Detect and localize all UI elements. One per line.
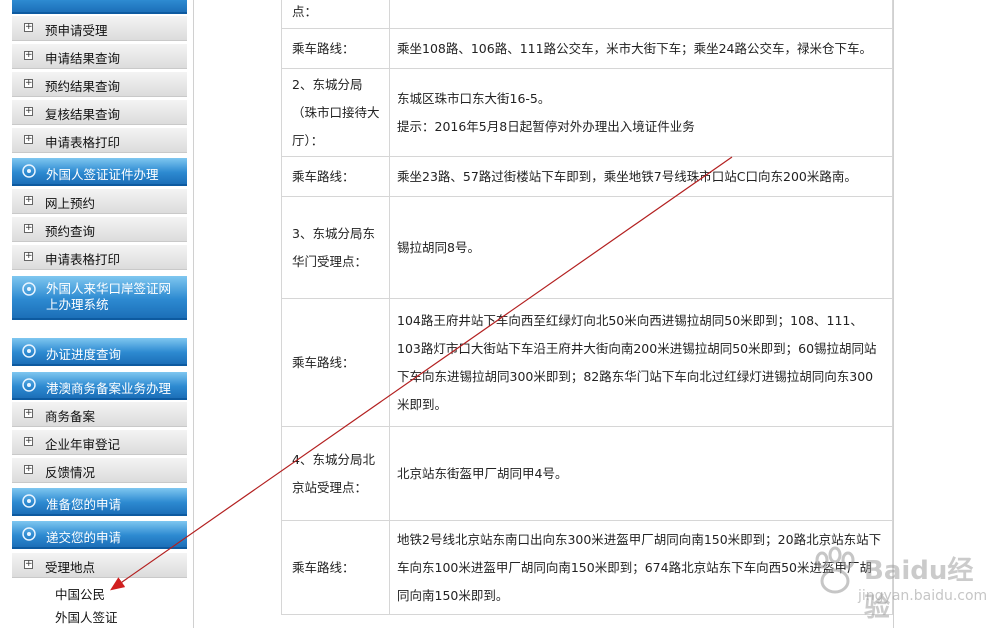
sidebar-category-label: 外国人签证证件办理: [46, 167, 159, 182]
expand-plus-icon: +: [24, 223, 33, 233]
row-key: 乘车路线：: [281, 298, 390, 427]
expand-plus-icon: +: [24, 78, 33, 88]
row-key: 2、东城分局（珠市口接待大厅）：: [281, 68, 390, 157]
table-row: 2、东城分局（珠市口接待大厅）： 东城区珠市口东大街16-5。 提示：2016年5月…: [281, 68, 893, 157]
location-table: 点： 乘车路线： 乘坐108路、106路、111路公交车，米市大街下车；乘坐24路公…: [281, 0, 893, 615]
sidebar-category[interactable]: 外国人来华口岸签证网上办理系统: [12, 276, 187, 320]
sidebar-category[interactable]: 递交您的申请: [12, 521, 187, 549]
category-icon: [22, 378, 36, 392]
row-note: 提示：2016年5月8日起暂停对外办理出入境证件业务: [397, 118, 695, 134]
table-row: 乘车路线： 乘坐108路、106路、111路公交车，米市大街下车；乘坐24路公交车…: [281, 28, 893, 69]
table-row: 点：: [281, 0, 893, 29]
sidebar-item-label: 反馈情况: [45, 465, 96, 480]
table-row: 乘车路线： 乘坐23路、57路过街楼站下车即到，乘坐地铁7号线珠市口站C口向东20…: [281, 156, 893, 197]
sidebar-item-label: 申请表格打印: [45, 135, 121, 150]
sidebar: + 预申请受理 + 申请结果查询 + 预约结果查询 + 复核结果查询 + 申请表格打印 外国人签证证…: [0, 0, 193, 628]
watermark-logo-text: Baidu经验: [864, 556, 974, 623]
category-icon: [22, 494, 36, 508]
content-right-border: [893, 0, 894, 628]
expand-plus-icon: +: [24, 408, 33, 418]
sidebar-item[interactable]: + 反馈情况: [12, 458, 187, 483]
sidebar-item-label: 企业年审登记: [45, 437, 121, 452]
sidebar-item[interactable]: + 受理地点: [12, 553, 187, 578]
sidebar-item[interactable]: + 网上预约: [12, 189, 187, 214]
sidebar-category-label: 递交您的申请: [46, 530, 122, 545]
row-value: 乘坐108路、106路、111路公交车，米市大街下车；乘坐24路公交车，禄米仓下…: [389, 28, 893, 69]
sidebar-item-label: 预申请受理: [45, 23, 108, 38]
category-icon: [22, 344, 36, 358]
row-key: 乘车路线：: [281, 156, 390, 197]
sidebar-item[interactable]: + 预约查询: [12, 217, 187, 242]
sidebar-item[interactable]: + 企业年审登记: [12, 430, 187, 455]
row-key: 4、东城分局北京站受理点：: [281, 426, 390, 521]
expand-plus-icon: +: [24, 436, 33, 446]
table-row: 3、东城分局东华门受理点： 锡拉胡同8号。: [281, 196, 893, 299]
sidebar-category-label: 外国人来华口岸签证网上办理系统: [46, 281, 172, 312]
row-key: 3、东城分局东华门受理点：: [281, 196, 390, 299]
row-value-text: 乘坐108路、106路、111路公交车，米市大街下车；乘坐24路公交车，禄米仓下…: [397, 40, 872, 56]
row-key: 乘车路线：: [281, 520, 390, 615]
sidebar-item[interactable]: + 商务备案: [12, 402, 187, 427]
table-row: 4、东城分局北京站受理点： 北京站东街盔甲厂胡同甲4号。: [281, 426, 893, 521]
category-icon: [22, 527, 36, 541]
row-value-text: 乘坐23路、57路过街楼站下车即到，乘坐地铁7号线珠市口站C口向东200米路南。: [397, 168, 857, 184]
category-icon: [22, 282, 36, 296]
sidebar-category-label: 准备您的申请: [46, 497, 122, 512]
sidebar-category[interactable]: 外国人签证证件办理: [12, 158, 187, 186]
sidebar-item-label: 复核结果查询: [45, 107, 121, 122]
sidebar-item[interactable]: + 复核结果查询: [12, 100, 187, 125]
row-value-text: 锡拉胡同8号。: [397, 239, 480, 255]
sidebar-link[interactable]: 中国公民: [55, 584, 105, 603]
row-value: 东城区珠市口东大街16-5。提示：2016年5月8日起暂停对外办理出入境证件业务: [389, 68, 893, 157]
expand-plus-icon: +: [24, 106, 33, 116]
sidebar-category-label: 港澳商务备案业务办理: [46, 381, 172, 396]
row-value: 104路王府井站下车向西至红绿灯向北50米向西进锡拉胡同50米即到；108、11…: [389, 298, 893, 427]
paw-logo-icon: [815, 546, 855, 594]
sidebar-item-label: 申请表格打印: [45, 252, 121, 267]
expand-plus-icon: +: [24, 134, 33, 144]
row-value-text: 东城区珠市口东大街16-5。: [397, 90, 551, 106]
row-key: 乘车路线：: [281, 28, 390, 69]
expand-plus-icon: +: [24, 195, 33, 205]
row-key: 点：: [281, 0, 390, 29]
watermark: Baidu经验 jingyan.baidu.com: [808, 540, 998, 625]
sidebar-divider: [193, 0, 194, 628]
sidebar-category[interactable]: 港澳商务备案业务办理: [12, 372, 187, 400]
row-value: 北京站东街盔甲厂胡同甲4号。: [389, 426, 893, 521]
row-value-text: 104路王府井站下车向西至红绿灯向北50米向西进锡拉胡同50米即到；108、11…: [397, 312, 877, 412]
expand-plus-icon: +: [24, 559, 33, 569]
sidebar-link[interactable]: 外国人签证: [55, 607, 118, 626]
watermark-url: jingyan.baidu.com: [858, 588, 988, 604]
row-value: 乘坐23路、57路过街楼站下车即到，乘坐地铁7号线珠市口站C口向东200米路南。: [389, 156, 893, 197]
sidebar-item[interactable]: + 申请表格打印: [12, 245, 187, 270]
table-row: 乘车路线： 地铁2号线北京站东南口出向东300米进盔甲厂胡同向南150米即到；20…: [281, 520, 893, 615]
sidebar-category-partial[interactable]: [12, 0, 187, 14]
sidebar-item-label: 商务备案: [45, 409, 96, 424]
sidebar-item-label: 受理地点: [45, 560, 96, 575]
expand-plus-icon: +: [24, 464, 33, 474]
sidebar-category[interactable]: 准备您的申请: [12, 488, 187, 516]
sidebar-item[interactable]: + 预约结果查询: [12, 72, 187, 97]
sidebar-item-label: 申请结果查询: [45, 51, 121, 66]
category-icon: [22, 164, 36, 178]
row-value: [389, 0, 893, 29]
sidebar-item-label: 预约查询: [45, 224, 96, 239]
sidebar-category[interactable]: 办证进度查询: [12, 338, 187, 366]
sidebar-item[interactable]: + 预申请受理: [12, 16, 187, 41]
sidebar-item[interactable]: + 申请表格打印: [12, 128, 187, 153]
sidebar-item[interactable]: + 申请结果查询: [12, 44, 187, 69]
row-value: 锡拉胡同8号。: [389, 196, 893, 299]
expand-plus-icon: +: [24, 22, 33, 32]
expand-plus-icon: +: [24, 50, 33, 60]
row-value-text: 北京站东街盔甲厂胡同甲4号。: [397, 465, 568, 481]
table-row: 乘车路线： 104路王府井站下车向西至红绿灯向北50米向西进锡拉胡同50米即到；1…: [281, 298, 893, 427]
sidebar-item-label: 预约结果查询: [45, 79, 121, 94]
sidebar-item-label: 网上预约: [45, 196, 96, 211]
expand-plus-icon: +: [24, 251, 33, 261]
sidebar-category-label: 办证进度查询: [46, 347, 122, 362]
